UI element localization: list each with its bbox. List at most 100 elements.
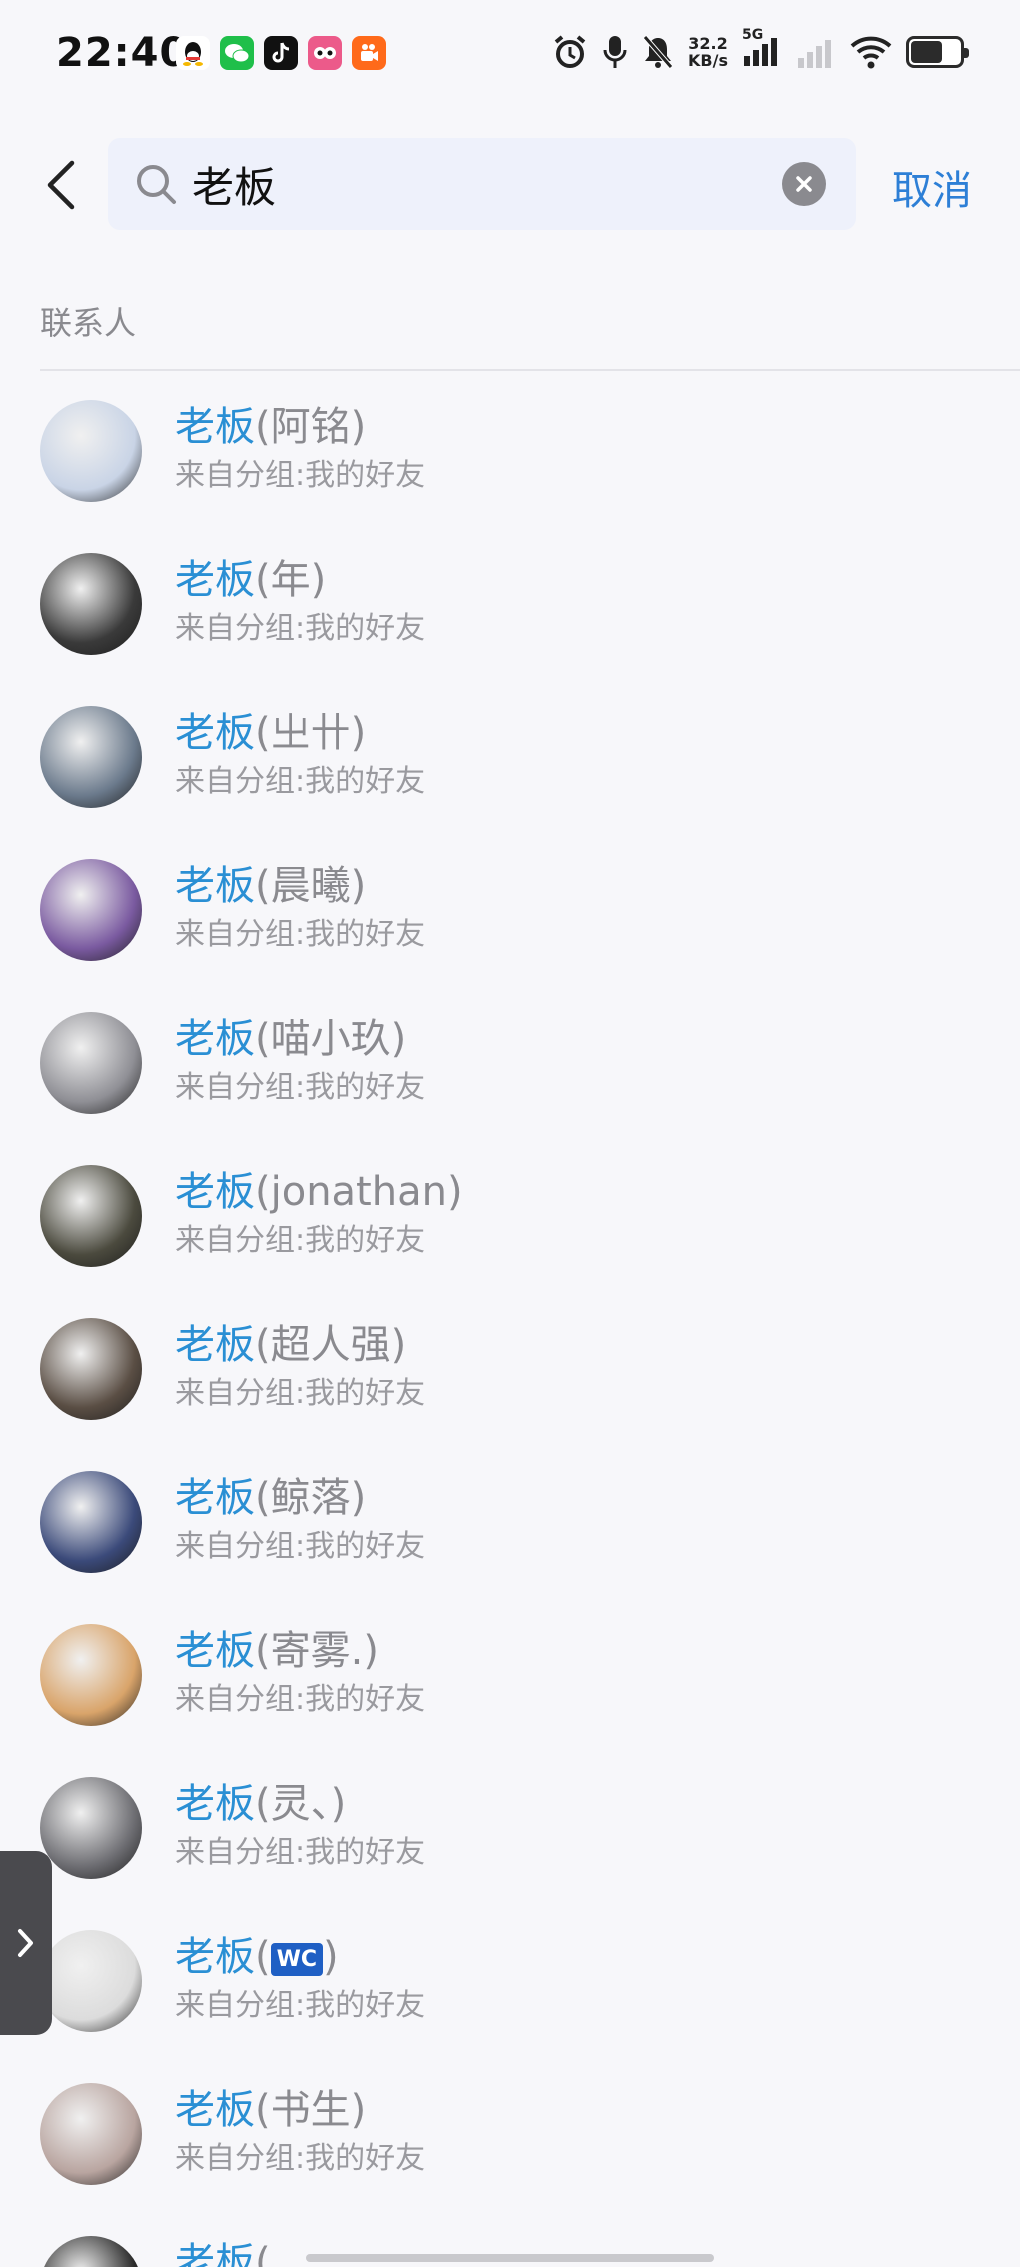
contact-name-remark: (灵、)	[255, 1781, 347, 1827]
contact-group: 来自分组:我的好友	[175, 917, 426, 952]
search-icon	[137, 165, 176, 204]
contact-name-highlight: 老板	[175, 1934, 255, 1980]
tiktok-icon	[264, 36, 298, 70]
section-title-contacts: 联系人	[40, 304, 137, 342]
battery-level	[911, 41, 943, 63]
network-type: 5G	[742, 27, 764, 43]
contact-name-remark: (晨曦)	[255, 863, 367, 909]
contact-avatar	[40, 1930, 142, 2032]
kuaishou-icon	[352, 36, 386, 70]
contact-avatar	[40, 706, 142, 808]
speed-value: 32.2	[688, 34, 728, 53]
contact-name-highlight: 老板	[175, 1781, 255, 1827]
contact-list-item[interactable]: 老板(书生) 来自分组:我的好友	[0, 2055, 1020, 2208]
contact-name: 老板(书生)	[175, 2077, 366, 2135]
contact-name-remark: (	[255, 1934, 271, 1980]
contact-name-remark: (年)	[255, 557, 327, 603]
contact-name-highlight: 老板	[175, 1628, 255, 1674]
contact-name-remark: (鲸落)	[255, 1475, 367, 1521]
contact-name-remark: (超人强)	[255, 1322, 407, 1368]
contact-list-item[interactable]: 老板(晨曦) 来自分组:我的好友	[0, 831, 1020, 984]
contact-avatar	[40, 1318, 142, 1420]
alarm-icon	[554, 35, 586, 68]
contact-group: 来自分组:我的好友	[175, 764, 426, 799]
contact-name: 老板(喵小玖)	[175, 1006, 406, 1064]
contact-name: 老板(	[175, 2230, 271, 2267]
microphone-icon	[603, 36, 627, 68]
contact-avatar	[40, 1777, 142, 1879]
contact-name-highlight: 老板	[175, 2087, 255, 2133]
contact-group: 来自分组:我的好友	[175, 2141, 426, 2176]
contact-name-remark: (寄雾.)	[255, 1628, 379, 1674]
contact-list-item[interactable]: 老板(年) 来自分组:我的好友	[0, 525, 1020, 678]
section-divider	[40, 369, 1020, 371]
clear-search-button[interactable]	[782, 162, 826, 206]
contact-name: 老板(寄雾.)	[175, 1618, 379, 1676]
contact-group: 来自分组:我的好友	[175, 1835, 426, 1870]
contact-list-item[interactable]: 老板(WC) 来自分组:我的好友	[0, 1902, 1020, 2055]
contact-name-remark: (阿铭)	[255, 404, 367, 450]
contact-name-remark: (	[255, 2240, 271, 2267]
home-indicator[interactable]	[306, 2254, 714, 2262]
contact-list-item[interactable]: 老板(灵、) 来自分组:我的好友	[0, 1749, 1020, 1902]
status-time: 22:40	[56, 30, 189, 76]
contact-name-highlight: 老板	[175, 2240, 255, 2267]
chevron-right-icon	[18, 1929, 33, 1957]
wc-badge-icon: WC	[270, 1942, 324, 1976]
contact-avatar	[40, 2083, 142, 2185]
contact-list-item[interactable]: 老板(超人强) 来自分组:我的好友	[0, 1290, 1020, 1443]
contact-name-highlight: 老板	[175, 1475, 255, 1521]
contact-name: 老板(晨曦)	[175, 853, 366, 911]
contact-name-remark: (书生)	[255, 2087, 367, 2133]
contact-group: 来自分组:我的好友	[175, 458, 426, 493]
contact-name-remark: )	[323, 1934, 339, 1980]
contact-name: 老板(年)	[175, 547, 326, 605]
app-icon	[308, 36, 342, 70]
wechat-icon	[220, 36, 254, 70]
speed-unit: KB/s	[688, 51, 728, 70]
contact-name-highlight: 老板	[175, 1169, 255, 1215]
contact-list-item[interactable]: 老板(鲸落) 来自分组:我的好友	[0, 1443, 1020, 1596]
contact-name-highlight: 老板	[175, 404, 255, 450]
contact-name: 老板(阿铭)	[175, 394, 366, 452]
contact-list-item[interactable]: 老板(喵小玖) 来自分组:我的好友	[0, 984, 1020, 1137]
contact-list: 老板(阿铭) 来自分组:我的好友 老板(年) 来自分组:我的好友 老板(㞢卄) 来自分组:…	[0, 372, 1020, 2267]
contact-name: 老板(jonathan)	[175, 1159, 463, 1217]
contact-list-item[interactable]: 老板(寄雾.) 来自分组:我的好友	[0, 1596, 1020, 1749]
close-icon	[796, 176, 812, 192]
notification-icons	[176, 36, 386, 70]
contact-name: 老板(灵、)	[175, 1771, 346, 1829]
contact-list-item[interactable]: 老板(㞢卄) 来自分组:我的好友	[0, 678, 1020, 831]
contact-name-remark: (㞢卄)	[255, 710, 367, 756]
search-input[interactable]	[192, 154, 752, 214]
screen: 22:40 32.2 KB/s 5G 老板 取消 联系人 老板(阿铭) 来自分组…	[0, 0, 1020, 2267]
contact-list-item[interactable]: 老板(阿铭) 来自分组:我的好友	[0, 372, 1020, 525]
contact-name: 老板(超人强)	[175, 1312, 406, 1370]
contact-name: 老板(㞢卄)	[175, 700, 366, 758]
contact-group: 来自分组:我的好友	[175, 1682, 426, 1717]
battery-cap	[964, 48, 969, 58]
contact-group: 来自分组:我的好友	[175, 1070, 426, 1105]
contact-avatar	[40, 1624, 142, 1726]
contact-name-highlight: 老板	[175, 557, 255, 603]
contact-avatar	[40, 859, 142, 961]
contact-avatar	[40, 400, 142, 502]
contact-name-remark: (喵小玖)	[255, 1016, 407, 1062]
contact-list-item[interactable]: 老板(jonathan) 来自分组:我的好友	[0, 1137, 1020, 1290]
back-button[interactable]	[36, 150, 86, 220]
battery-icon	[906, 36, 969, 68]
qq-icon	[176, 36, 210, 70]
contact-name: 老板(WC)	[175, 1924, 339, 1982]
side-panel-toggle[interactable]	[0, 1851, 52, 2035]
contact-name-remark: (jonathan)	[255, 1169, 463, 1215]
contact-name-highlight: 老板	[175, 710, 255, 756]
search-box[interactable]	[108, 138, 856, 230]
contact-avatar	[40, 1471, 142, 1573]
contact-group: 来自分组:我的好友	[175, 1988, 426, 2023]
cancel-button[interactable]: 取消	[892, 158, 972, 216]
contact-group: 来自分组:我的好友	[175, 611, 426, 646]
network-speed: 32.2 KB/s	[688, 35, 728, 69]
contact-name-highlight: 老板	[175, 1016, 255, 1062]
contact-name-highlight: 老板	[175, 863, 255, 909]
cellular-signal: 5G	[742, 28, 782, 72]
